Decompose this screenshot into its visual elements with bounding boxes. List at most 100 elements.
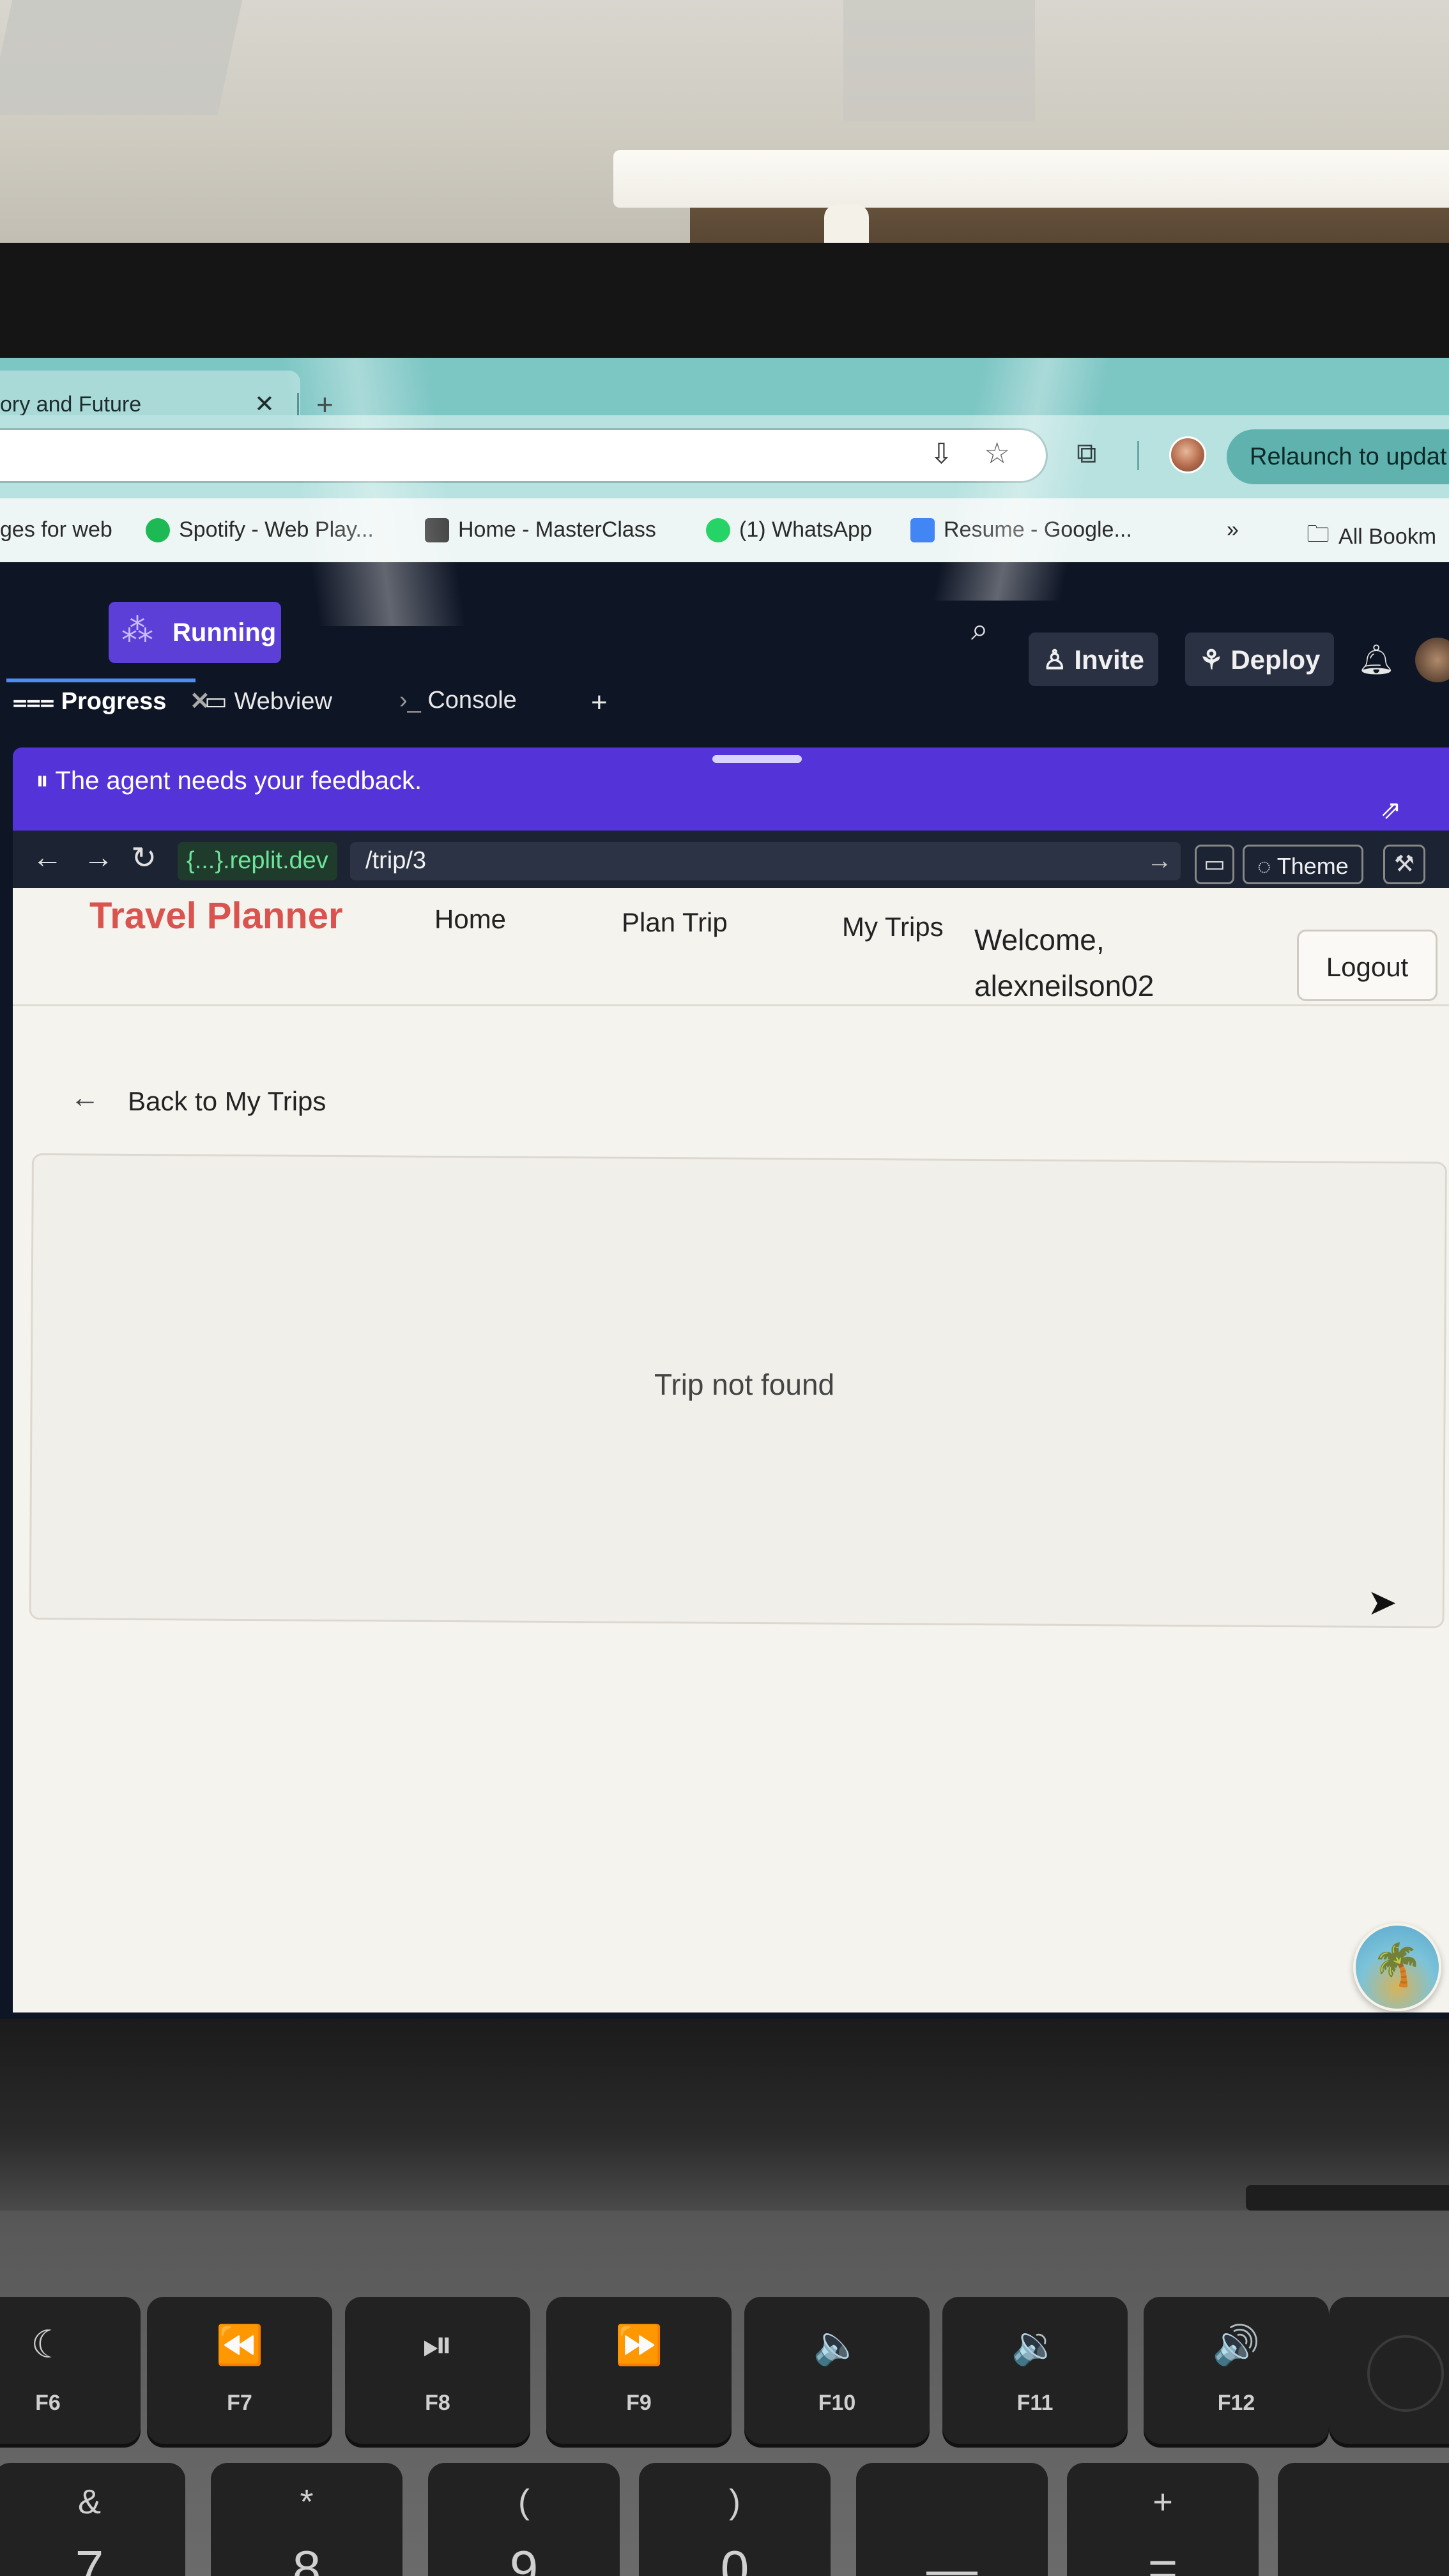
key-f10[interactable]: 🔈 F10 [744, 2297, 930, 2444]
pane-tab-progress[interactable]: ⩶ Progress ✕ [13, 687, 210, 716]
welcome-greeting: Welcome, [974, 923, 1105, 956]
folder-icon: 🗀 [1307, 521, 1330, 547]
feedback-message: ⏸ The agent needs your feedback. [36, 767, 422, 795]
pane-tab-label: Console [427, 687, 517, 714]
bookmark-item[interactable]: ges for web [0, 518, 112, 542]
terminal-icon: ›_ [399, 687, 428, 714]
key-label: F6 [35, 2391, 61, 2415]
devtools-icon[interactable]: ⚒ [1383, 845, 1425, 884]
bookmark-item[interactable]: Home - MasterClass [425, 518, 656, 542]
tab-close-icon[interactable]: ✕ [254, 390, 275, 418]
forward-arrow-icon[interactable]: → [83, 840, 114, 875]
key-f9[interactable]: ⏩ F9 [546, 2297, 732, 2444]
key-shift-symbol: ( [518, 2483, 530, 2521]
url-domain: {...}.replit.dev [178, 842, 337, 880]
key-f8[interactable]: ⏯ F8 [345, 2297, 530, 2444]
search-icon[interactable]: ⌕ [971, 612, 988, 648]
drag-handle[interactable] [712, 755, 802, 763]
volume-down-icon: 🔉 [1011, 2324, 1059, 2366]
trip-not-found-message: Trip not found [654, 1368, 835, 1401]
profile-avatar[interactable] [1169, 436, 1206, 473]
key-label: F11 [1016, 2391, 1054, 2415]
pane-tab-label: Progress [61, 688, 167, 715]
key-f6[interactable]: ☾ F6 [0, 2297, 141, 2444]
back-arrow-icon[interactable]: ← [32, 840, 63, 875]
install-app-icon[interactable]: ⇩ [930, 438, 953, 470]
spotify-icon [146, 518, 170, 542]
ceiling-tile [843, 0, 1035, 121]
url-path-input[interactable]: /trip/3 [350, 842, 1181, 880]
add-pane-button[interactable]: + [591, 687, 608, 719]
key-shift-symbol: & [77, 2483, 102, 2521]
nav-plan-trip[interactable]: Plan Trip [622, 907, 728, 938]
feedback-text: The agent needs your feedback. [55, 767, 422, 795]
expand-icon[interactable]: ⇗ [1380, 795, 1402, 825]
key-main-symbol: 0 [720, 2540, 749, 2576]
key-shift-symbol: + [1153, 2483, 1173, 2521]
progress-icon: ⩶ [13, 688, 61, 715]
all-bookmarks-label: All Bookm [1338, 525, 1437, 549]
key-minus[interactable]: — [856, 2463, 1048, 2576]
laptop-screen: ory and Future ✕ + ⇩ ☆ ⧉ Relaunch to upd… [0, 358, 1449, 2019]
all-bookmarks-button[interactable]: 🗀 All Bookm [1307, 518, 1436, 556]
key-0[interactable]: ) 0 [639, 2463, 831, 2576]
pane-tab-console[interactable]: ›_ Console [399, 687, 517, 714]
go-arrow-icon[interactable]: → [1147, 847, 1172, 875]
key-main-symbol: 8 [292, 2540, 321, 2576]
theme-button[interactable]: ◌ Theme [1243, 845, 1363, 884]
volume-up-icon: 🔊 [1212, 2324, 1261, 2366]
key-equals[interactable]: + = [1067, 2463, 1259, 2576]
back-arrow-icon[interactable]: ← [70, 1080, 100, 1114]
key-shift-symbol: * [300, 2483, 314, 2521]
key-main-symbol: 7 [75, 2540, 104, 2576]
running-status-icon: ⁂ [121, 613, 153, 648]
invite-label: Invite [1074, 645, 1145, 675]
welcome-username: alexneilson02 [974, 969, 1154, 1002]
key-shift-symbol: ) [729, 2483, 740, 2521]
invite-button[interactable]: ♙ Invite [1029, 632, 1159, 686]
monitor-icon: ▭ [204, 688, 234, 715]
key-f11[interactable]: 🔉 F11 [942, 2297, 1128, 2444]
key-9[interactable]: ( 9 [428, 2463, 620, 2576]
back-to-trips-link[interactable]: Back to My Trips [128, 1086, 326, 1117]
theme-label: Theme [1276, 853, 1349, 879]
whatsapp-icon [706, 518, 730, 542]
nav-home[interactable]: Home [434, 904, 506, 935]
welcome-text: Welcome, alexneilson02 [974, 917, 1154, 1009]
mouse-cursor-icon: ➤ [1367, 1582, 1397, 1622]
pane-tab-label: Webview [234, 688, 332, 715]
key-main-symbol: — [926, 2540, 977, 2576]
key-f12[interactable]: 🔊 F12 [1144, 2297, 1329, 2444]
key-backspace[interactable] [1278, 2463, 1449, 2576]
logout-button[interactable]: Logout [1297, 930, 1438, 1001]
bookmark-label: ges for web [0, 518, 112, 542]
device-preview-icon[interactable]: ▭ [1195, 845, 1234, 884]
moon-icon: ☾ [31, 2323, 65, 2366]
deploy-label: Deploy [1230, 645, 1321, 675]
palette-icon: ◌ [1257, 853, 1277, 879]
key-7[interactable]: & 7 [0, 2463, 185, 2576]
browser-tab-title: ory and Future [0, 392, 142, 417]
key-label: F7 [227, 2391, 252, 2415]
pause-icon: ⏸ [36, 767, 56, 795]
bookmark-label: (1) WhatsApp [739, 518, 872, 542]
ceiling-tile [0, 0, 243, 115]
relaunch-button[interactable]: Relaunch to updat [1227, 429, 1449, 484]
key-label: F12 [1217, 2391, 1255, 2415]
bookmarks-overflow-button[interactable]: » [1227, 518, 1239, 542]
add-user-icon: ♙ [1043, 645, 1075, 675]
address-bar[interactable] [0, 428, 1048, 483]
notifications-bell-icon[interactable]: 🔔︎ [1358, 642, 1395, 677]
app-brand[interactable]: Travel Planner [89, 894, 343, 937]
pane-tab-webview[interactable]: ▭ Webview [204, 687, 332, 716]
palm-tree-chat-button[interactable]: 🌴 [1353, 1923, 1441, 2011]
key-label: F8 [425, 2391, 450, 2415]
ceiling-light [613, 150, 1449, 208]
reload-icon[interactable]: ↻ [131, 840, 157, 876]
nav-my-trips[interactable]: My Trips [842, 912, 944, 942]
key-power[interactable] [1329, 2297, 1449, 2444]
key-f7[interactable]: ⏪ F7 [147, 2297, 332, 2444]
bookmark-item[interactable]: (1) WhatsApp [706, 518, 872, 542]
key-8[interactable]: * 8 [211, 2463, 402, 2576]
deploy-button[interactable]: ⚘ Deploy [1185, 632, 1335, 686]
